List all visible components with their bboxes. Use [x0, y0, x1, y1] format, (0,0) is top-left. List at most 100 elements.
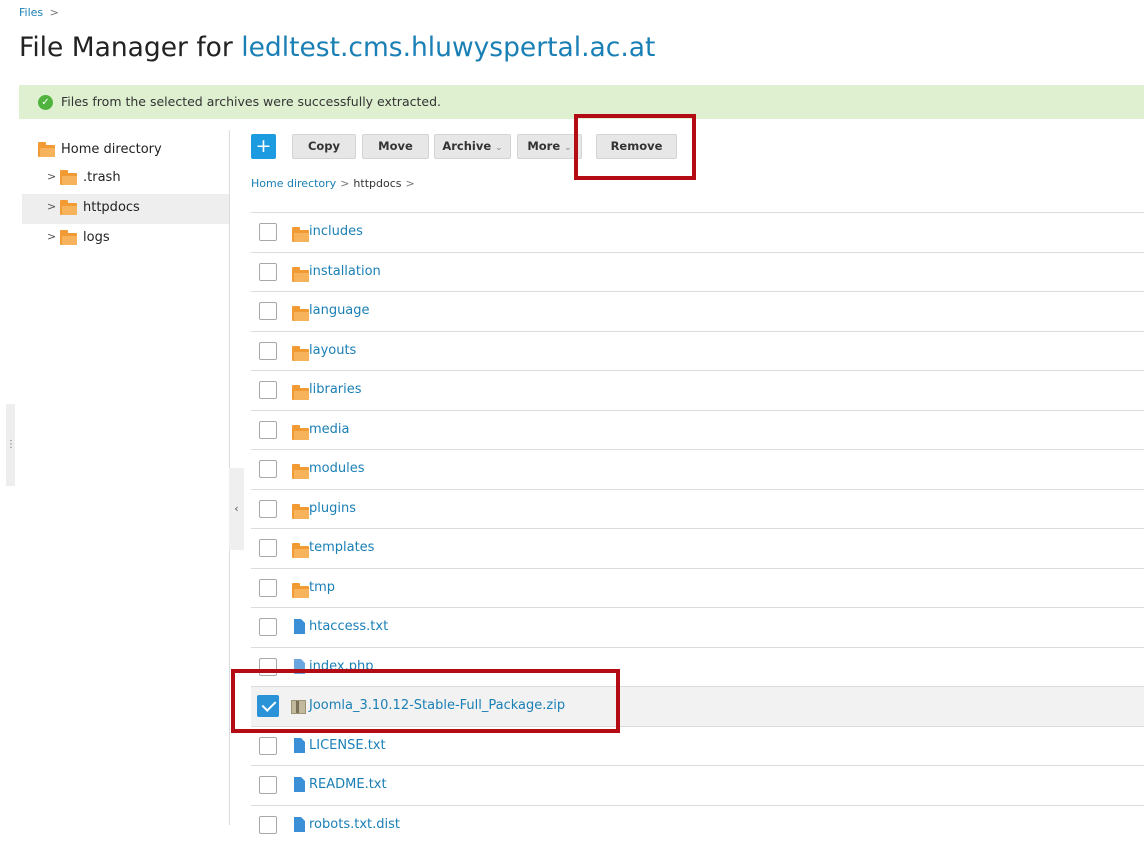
folder-icon [60, 203, 77, 219]
file-name-link[interactable]: LICENSE.txt [309, 738, 386, 753]
file-row[interactable]: robots.txt.dist [251, 805, 1144, 844]
file-icon [294, 817, 305, 832]
row-checkbox[interactable] [259, 776, 277, 794]
check-circle-icon: ✓ [38, 95, 53, 110]
tree-item-home-directory[interactable]: Home directory [22, 136, 229, 164]
file-name-link[interactable]: robots.txt.dist [309, 817, 400, 832]
path-current: httpdocs [353, 177, 401, 190]
archive-dropdown-button[interactable]: Archive ⌄ [434, 134, 511, 159]
folder-icon [292, 385, 309, 404]
row-checkbox[interactable] [259, 421, 277, 439]
top-breadcrumb: Files > [19, 6, 59, 19]
tree-item-logs[interactable]: > logs [22, 224, 229, 254]
file-row[interactable]: tmp [251, 568, 1144, 608]
file-icon [294, 777, 305, 792]
file-row[interactable]: installation [251, 252, 1144, 292]
row-checkbox[interactable] [259, 263, 277, 281]
file-name-link[interactable]: templates [309, 540, 374, 555]
file-row[interactable]: templates [251, 528, 1144, 568]
path-separator: > [406, 177, 415, 190]
file-name-link[interactable]: installation [309, 264, 381, 279]
path-breadcrumb: Home directory > httpdocs > [251, 177, 419, 190]
file-row[interactable]: htaccess.txt [251, 607, 1144, 647]
file-icon [294, 738, 305, 753]
folder-icon [292, 346, 309, 365]
chevron-right-icon[interactable]: > [47, 170, 56, 183]
file-name-link[interactable]: language [309, 303, 370, 318]
file-name-link[interactable]: libraries [309, 382, 362, 397]
file-row[interactable]: README.txt [251, 765, 1144, 805]
row-checkbox[interactable] [259, 223, 277, 241]
file-row[interactable]: plugins [251, 489, 1144, 529]
folder-icon [38, 145, 55, 161]
row-checkbox[interactable] [259, 539, 277, 557]
row-checkbox[interactable] [259, 579, 277, 597]
file-name-link[interactable]: modules [309, 461, 365, 476]
folder-icon [292, 306, 309, 325]
row-checkbox[interactable] [259, 500, 277, 518]
file-row[interactable]: includes [251, 212, 1144, 252]
row-checkbox[interactable] [259, 302, 277, 320]
tree-item-httpdocs[interactable]: > httpdocs [22, 194, 229, 224]
file-row[interactable]: language [251, 291, 1144, 331]
row-checkbox[interactable] [259, 342, 277, 360]
add-button[interactable]: + [251, 134, 276, 159]
copy-button[interactable]: Copy [292, 134, 356, 159]
archive-button-label: Archive [442, 139, 491, 153]
annotation-highlight-remove [574, 114, 696, 180]
tree-item-label: logs [83, 230, 110, 245]
row-checkbox[interactable] [259, 460, 277, 478]
file-name-link[interactable]: plugins [309, 501, 356, 516]
directory-tree: Home directory > .trash > httpdocs > log… [22, 136, 229, 254]
more-button-label: More [527, 139, 560, 153]
file-name-link[interactable]: includes [309, 224, 363, 239]
collapse-sidebar-button[interactable]: ‹ [229, 468, 244, 550]
breadcrumb-separator: > [50, 6, 59, 19]
path-separator: > [340, 177, 349, 190]
file-name-link[interactable]: layouts [309, 343, 356, 358]
folder-icon [292, 425, 309, 444]
chevron-left-icon: ‹ [234, 502, 238, 515]
sidebar-resize-handle[interactable]: ⋮ [6, 404, 15, 486]
copy-button-label: Copy [308, 139, 340, 153]
folder-icon [292, 583, 309, 602]
folder-icon [292, 267, 309, 286]
row-checkbox[interactable] [259, 737, 277, 755]
folder-icon [60, 233, 77, 249]
folder-icon [292, 504, 309, 523]
chevron-right-icon[interactable]: > [47, 200, 56, 213]
row-checkbox[interactable] [259, 618, 277, 636]
file-row[interactable]: modules [251, 449, 1144, 489]
file-row[interactable]: media [251, 410, 1144, 450]
file-name-link[interactable]: tmp [309, 580, 335, 595]
chevron-down-icon: ⌄ [495, 143, 503, 153]
move-button-label: Move [378, 139, 413, 153]
tree-item-label: Home directory [61, 142, 162, 157]
file-row[interactable]: libraries [251, 370, 1144, 410]
chevron-right-icon[interactable]: > [47, 230, 56, 243]
tree-item-label: .trash [83, 170, 121, 185]
file-icon [294, 619, 305, 634]
alert-message: Files from the selected archives were su… [61, 94, 441, 109]
file-name-link[interactable]: htaccess.txt [309, 619, 388, 634]
annotation-highlight-zip [231, 669, 620, 733]
folder-icon [292, 464, 309, 483]
file-name-link[interactable]: README.txt [309, 777, 387, 792]
chevron-down-icon: ⌄ [564, 143, 572, 153]
more-dropdown-button[interactable]: More ⌄ [517, 134, 582, 159]
tree-item-trash[interactable]: > .trash [22, 164, 229, 194]
tree-item-label: httpdocs [83, 200, 140, 215]
file-row[interactable]: layouts [251, 331, 1144, 371]
folder-icon [292, 543, 309, 562]
row-checkbox[interactable] [259, 381, 277, 399]
move-button[interactable]: Move [362, 134, 429, 159]
breadcrumb-files-link[interactable]: Files [19, 6, 43, 19]
file-list: includes installation language layouts libra… [251, 212, 1144, 844]
path-home-link[interactable]: Home directory [251, 177, 336, 190]
folder-icon [292, 227, 309, 246]
folder-icon [60, 173, 77, 189]
page-title-domain-link[interactable]: ledltest.cms.hluwyspertal.ac.at [241, 32, 655, 63]
file-name-link[interactable]: media [309, 422, 350, 437]
page-title-prefix: File Manager for [19, 32, 241, 63]
page-title: File Manager for ledltest.cms.hluwyspert… [19, 32, 655, 63]
